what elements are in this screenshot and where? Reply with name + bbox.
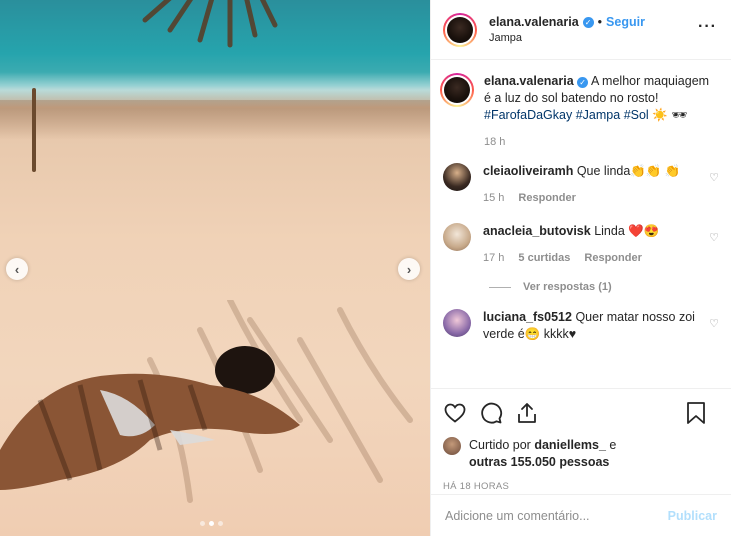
likes-summary: Curtido por daniellems_ e outras 155.050… — [443, 437, 719, 471]
post-photo[interactable]: ‹ › — [0, 0, 430, 536]
carousel-dot — [218, 521, 223, 526]
verified-badge-icon: ✓ — [577, 77, 589, 88]
comment-time[interactable]: 17 h — [483, 250, 504, 267]
post-location[interactable]: Jampa — [489, 32, 645, 44]
verified-badge-icon: ✓ — [582, 16, 594, 28]
likes-others[interactable]: outras 155.050 pessoas — [469, 455, 609, 469]
reply-button[interactable]: Responder — [584, 250, 641, 267]
caption-time[interactable]: 18 h — [484, 134, 505, 151]
replies-divider — [489, 286, 511, 288]
author-avatar[interactable] — [443, 12, 477, 47]
likes-and: e — [609, 438, 617, 452]
comment-like-heart-icon[interactable]: ♡ — [709, 231, 719, 244]
carousel-dots — [200, 521, 223, 526]
instagram-post: ‹ › elana.valenaria ✓ • Seguir Jampa ··· — [0, 0, 731, 536]
comment-avatar[interactable] — [443, 223, 471, 251]
comment-username[interactable]: anacleia_butovisk — [483, 224, 591, 238]
post-header: elana.valenaria ✓ • Seguir Jampa ··· — [431, 0, 731, 60]
comment-item: cleiaoliveiramh Que linda👏👏 👏 15 h Respo… — [443, 163, 719, 207]
comment-avatar[interactable] — [443, 309, 471, 337]
caption-username[interactable]: elana.valenaria — [484, 74, 574, 88]
view-replies-button[interactable]: Ver respostas (1) — [489, 281, 719, 293]
comment-like-heart-icon[interactable]: ♡ — [709, 171, 719, 184]
publish-button[interactable]: Publicar — [668, 509, 717, 523]
more-horizontal-icon[interactable]: ··· — [698, 19, 717, 35]
comment-text: Linda ❤️😍 — [594, 224, 660, 238]
carousel-dot-active — [209, 521, 214, 526]
post-sidebar: elana.valenaria ✓ • Seguir Jampa ··· ela… — [430, 0, 731, 536]
comment-avatar[interactable] — [443, 163, 471, 191]
comment-like-heart-icon[interactable]: ♡ — [709, 317, 719, 330]
comment-item: anacleia_butovisk Linda ❤️😍 17 h 5 curti… — [443, 223, 719, 267]
follow-button[interactable]: Seguir — [606, 15, 645, 29]
liker-username[interactable]: daniellems_ — [534, 438, 606, 452]
wet-sand — [0, 100, 430, 140]
sunbathing-person — [0, 346, 300, 490]
view-replies-label[interactable]: Ver respostas (1) — [523, 281, 612, 293]
comment-time[interactable]: 15 h — [483, 190, 504, 207]
carousel-dot — [200, 521, 205, 526]
caption: elana.valenaria ✓ A melhor maquiagem é a… — [440, 73, 719, 151]
wooden-stick — [32, 88, 36, 172]
post-timestamp[interactable]: HÁ 18 HORAS — [443, 481, 719, 492]
comment-text: Que linda👏👏 👏 — [576, 164, 681, 178]
liker-avatar[interactable] — [443, 437, 461, 455]
share-icon[interactable] — [515, 401, 539, 425]
likes-prefix: Curtido por — [469, 438, 531, 452]
hashtag[interactable]: #Sol — [624, 108, 649, 122]
comment-username[interactable]: cleiaoliveiramh — [483, 164, 573, 178]
comment-input[interactable] — [445, 508, 645, 523]
comments-list[interactable]: elana.valenaria ✓ A melhor maquiagem é a… — [431, 61, 731, 387]
comment-item: luciana_fs0512 Quer matar nosso zoi verd… — [443, 309, 719, 343]
comment-icon[interactable] — [479, 401, 503, 425]
hashtag[interactable]: #Jampa — [576, 108, 620, 122]
palm-leaf — [142, 0, 278, 48]
comment-username[interactable]: luciana_fs0512 — [483, 310, 572, 324]
bookmark-icon[interactable] — [685, 401, 707, 425]
add-comment-bar: Publicar — [431, 494, 731, 536]
heart-icon[interactable] — [443, 401, 467, 425]
chevron-right-icon[interactable]: › — [398, 258, 420, 280]
separator-dot: • — [597, 15, 603, 29]
comment-likes-count[interactable]: 5 curtidas — [518, 250, 570, 267]
author-username[interactable]: elana.valenaria — [489, 15, 579, 29]
post-actions: Curtido por daniellems_ e outras 155.050… — [431, 388, 731, 492]
caption-emoji: ☀️ 🕶 — [652, 108, 688, 122]
reply-button[interactable]: Responder — [518, 190, 575, 207]
hashtag[interactable]: #FarofaDaGkay — [484, 108, 572, 122]
chevron-left-icon[interactable]: ‹ — [6, 258, 28, 280]
caption-avatar[interactable] — [440, 73, 474, 107]
